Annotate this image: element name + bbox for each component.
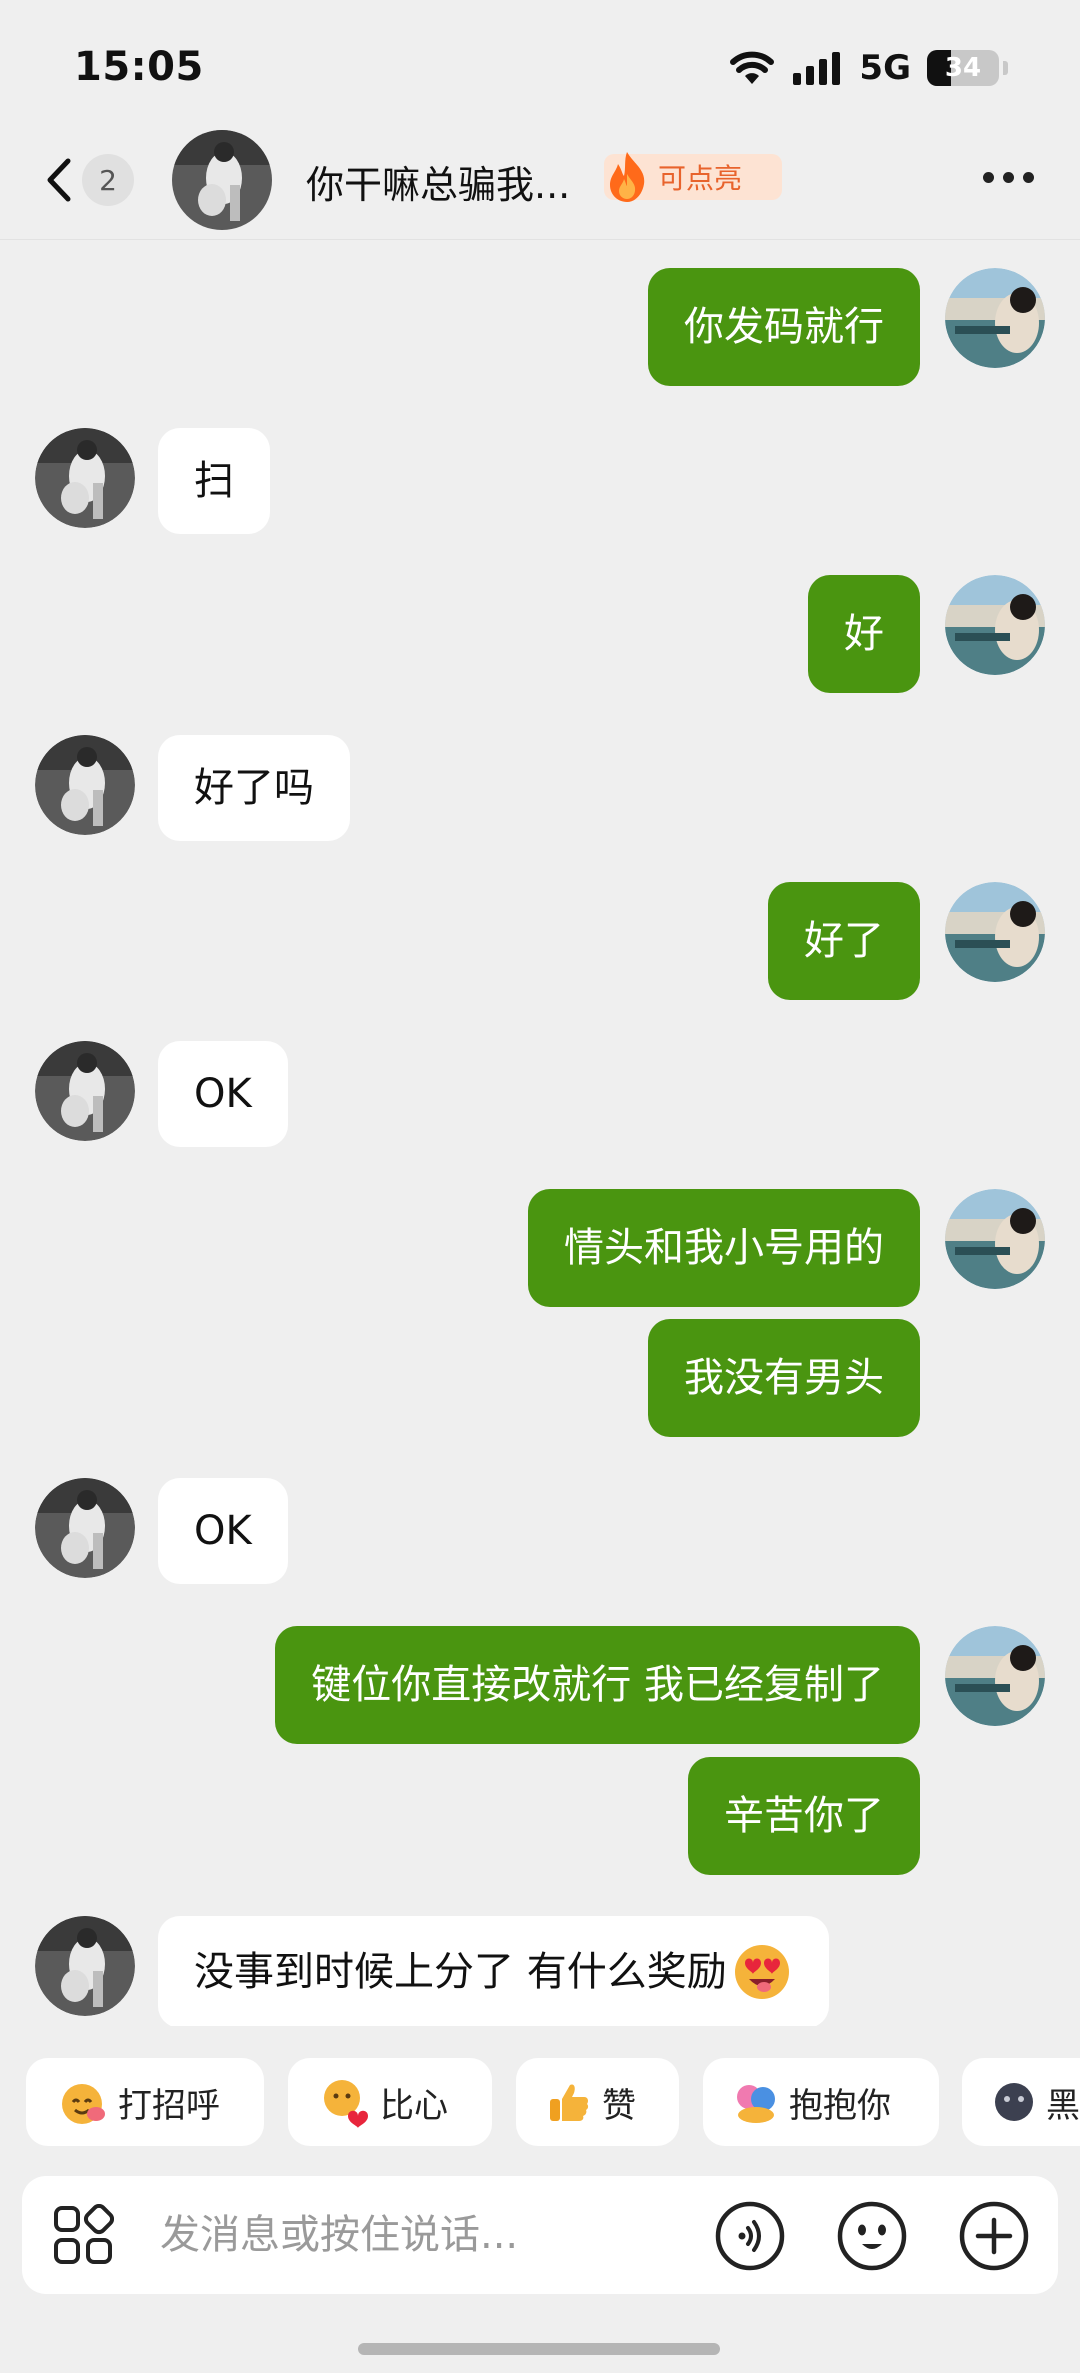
message-list[interactable]: 你发码就行 扫 好 好了吗 好了 OK 情头和我小号用的 我没有男头 OK 键位… [0, 241, 1080, 2026]
message-bubble-outgoing[interactable]: 情头和我小号用的 [528, 1189, 920, 1307]
message-bubble-incoming[interactable]: 好了吗 [158, 735, 350, 841]
my-avatar[interactable] [945, 268, 1045, 368]
message-bubble-outgoing[interactable]: 你发码就行 [648, 268, 920, 386]
wifi-icon [730, 51, 775, 84]
quick-reply-label: 赞 [602, 2085, 636, 2126]
contact-message-avatar[interactable] [35, 428, 135, 528]
message-bubble-incoming[interactable]: 扫 [158, 428, 270, 534]
message-input[interactable] [160, 2206, 700, 2264]
message-bubble-outgoing[interactable]: 键位你直接改就行 我已经复制了 [275, 1626, 920, 1744]
message-bubble-incoming[interactable]: 没事到时候上分了 有什么奖励 [158, 1916, 829, 2026]
message-bubble-incoming[interactable]: OK [158, 1478, 288, 1584]
heart-eyes-emoji-icon [734, 1945, 789, 1999]
chat-header: 2 你干嘛总骗我... 可点亮 [0, 130, 1080, 240]
my-avatar[interactable] [945, 1189, 1045, 1289]
dark-face-emoji-icon [995, 2083, 1033, 2121]
streak-badge-label: 可点亮 [658, 162, 743, 195]
thumbs-up-emoji-icon [550, 2084, 589, 2121]
message-bubble-incoming[interactable]: OK [158, 1041, 288, 1147]
home-indicator [358, 2343, 720, 2355]
quick-reply-heart[interactable]: 比心 [288, 2058, 492, 2146]
hug-emoji-icon [737, 2085, 775, 2123]
back-button[interactable]: 2 [44, 150, 134, 210]
chevron-left-icon [47, 158, 71, 202]
message-bubble-outgoing[interactable]: 辛苦你了 [688, 1757, 920, 1875]
unread-count-badge: 2 [82, 154, 134, 206]
contact-avatar[interactable] [172, 130, 272, 230]
fire-icon [610, 152, 645, 202]
quick-reply-dark[interactable]: 黑 [962, 2058, 1080, 2146]
contact-message-avatar[interactable] [35, 735, 135, 835]
contact-message-avatar[interactable] [35, 1478, 135, 1578]
battery-level: 34 [944, 53, 982, 83]
status-icons: 5G 34 [729, 48, 1008, 88]
contact-message-avatar[interactable] [35, 1041, 135, 1141]
emoji-icon[interactable] [836, 2200, 908, 2272]
heart-hands-emoji-icon [324, 2080, 368, 2128]
quick-reply-label: 抱抱你 [789, 2085, 891, 2126]
signal-icon [793, 52, 841, 85]
quick-reply-label: 比心 [380, 2085, 448, 2126]
network-type: 5G [859, 48, 911, 88]
message-bubble-outgoing[interactable]: 我没有男头 [648, 1319, 920, 1437]
battery-cap [1003, 61, 1008, 75]
streak-badge[interactable]: 可点亮 [604, 152, 783, 202]
chat-title[interactable]: 你干嘛总骗我... [306, 154, 570, 209]
chat-screen: 15:05 5G 34 2 你干嘛总骗我... 可点亮 你发码就行 扫 好 好了… [0, 0, 1080, 2373]
quick-reply-label: 打招呼 [118, 2085, 220, 2126]
apps-grid-icon[interactable] [52, 2204, 114, 2266]
my-avatar[interactable] [945, 882, 1045, 982]
voice-icon[interactable] [714, 2200, 786, 2272]
message-text: 没事到时候上分了 有什么奖励 [194, 1949, 727, 1995]
plus-icon[interactable] [958, 2200, 1030, 2272]
status-time: 15:05 [74, 44, 204, 90]
status-bar: 15:05 5G 34 [0, 0, 1080, 130]
message-bubble-outgoing[interactable]: 好 [808, 575, 920, 693]
battery-icon: 34 [927, 50, 999, 86]
contact-message-avatar[interactable] [35, 1916, 135, 2016]
message-input-bar [22, 2176, 1058, 2294]
my-avatar[interactable] [945, 1626, 1045, 1726]
quick-reply-bar: 打招呼 比心 赞 抱抱你 黑 [0, 2058, 1080, 2146]
quick-reply-like[interactable]: 赞 [516, 2058, 679, 2146]
quick-reply-label: 黑 [1046, 2085, 1080, 2126]
message-bubble-outgoing[interactable]: 好了 [768, 882, 920, 1000]
more-options-icon[interactable] [983, 172, 1034, 183]
quick-reply-greet[interactable]: 打招呼 [26, 2058, 264, 2146]
wave-emoji-icon [62, 2084, 105, 2124]
my-avatar[interactable] [945, 575, 1045, 675]
quick-reply-hug[interactable]: 抱抱你 [703, 2058, 939, 2146]
